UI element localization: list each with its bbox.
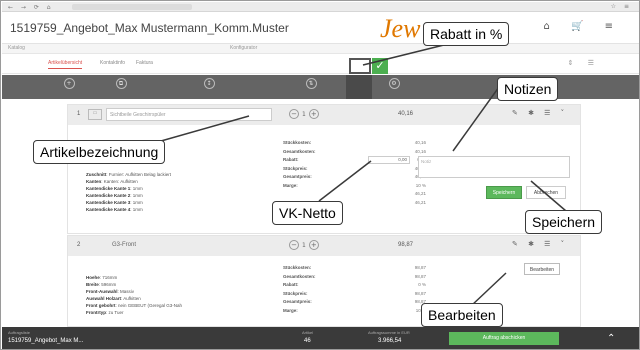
price-labels: Stückkosten: Gesamtkosten: Rabatt: Stück… xyxy=(283,265,316,313)
tab-bar: Artikelübersicht Kontaktinfo Faktura ⇕ ☰ xyxy=(2,54,639,74)
article-properties: Zuschnitt: Furnier: Aufkitten Belag lack… xyxy=(86,171,171,213)
prop-row: Zuschnitt: Furnier: Aufkitten Belag lack… xyxy=(86,172,172,177)
footer-project-label: Auftragsliste xyxy=(8,330,31,335)
page-title: 1519759_Angebot_Max Mustermann_Komm.Must… xyxy=(10,21,289,35)
view-toggle-icons[interactable]: ⇕ ☰ xyxy=(568,59,600,67)
price-labels: Stückkosten: Gesamtkosten: Rabatt: Stück… xyxy=(283,140,316,188)
prop-row: Kanten: Kanten: Aufkitten xyxy=(86,179,138,184)
article-number: 2 xyxy=(77,242,81,248)
rabatt-field[interactable]: 0,00 xyxy=(368,156,410,164)
toolbar-item-add[interactable]: + xyxy=(54,78,84,90)
callout-vknetto: VK-Netto xyxy=(272,201,343,225)
footer-qty-value: 46 xyxy=(304,338,311,344)
tab-faktura[interactable]: Faktura xyxy=(136,60,153,66)
article-header: 1 ▭ Sichtbeile Geschirrspüler −1 + 40,16 … xyxy=(68,105,580,125)
move-icon: ↕ xyxy=(203,78,215,89)
screenshot-frame: ← → ⟳ ⌂ ☆ ≡ 1519759_Angebot_Max Musterma… xyxy=(0,0,640,350)
save-button[interactable]: Speichern xyxy=(486,186,522,199)
footer-total-label: Auftragssumme in EUR xyxy=(368,330,410,335)
footer-qty-label: Artikel xyxy=(302,330,314,335)
callout-bearbeiten: Bearbeiten xyxy=(421,303,503,327)
copy-icon: ⧉ xyxy=(115,78,127,89)
article-header: 2 G3-Front −1 + 98,87 ✎ ✱ ☰ ˅ xyxy=(68,236,580,256)
sort-icon: ⇅ xyxy=(305,78,317,89)
rabatt-input[interactable] xyxy=(349,58,371,74)
toolbar-item-copy[interactable]: ⧉ xyxy=(106,78,136,90)
plus-icon[interactable]: + xyxy=(308,109,319,119)
sub-nav-katalog[interactable]: Katalog xyxy=(8,45,25,51)
minus-icon[interactable]: − xyxy=(289,240,299,250)
article-name: G3-Front xyxy=(112,242,137,248)
article-card-2: 2 G3-Front −1 + 98,87 ✎ ✱ ☰ ˅ Hoehe: 716m… xyxy=(67,235,581,327)
browser-menu-icons[interactable]: ☆ ≡ xyxy=(611,3,632,10)
notes-textarea[interactable]: Notiz xyxy=(418,156,570,178)
prop-row: Breite: 596mm xyxy=(86,282,117,287)
prop-row: Front-Auswahl: Massiv xyxy=(86,289,135,294)
prop-row: Auswahl Holzart: Aufkitten xyxy=(86,296,141,301)
quantity-stepper[interactable]: −1 + xyxy=(286,109,322,119)
quantity-stepper[interactable]: −1 + xyxy=(286,240,322,250)
prop-row: Kantendicke Kante 2: 1mm xyxy=(86,193,143,198)
article-price: 98,87 xyxy=(398,242,414,248)
toolbar-item-rabatt-active[interactable] xyxy=(346,75,372,99)
brand-logo: Jew xyxy=(380,14,421,43)
callout-artikelbezeichnung: Artikelbezeichnung xyxy=(33,140,166,164)
article-number: 1 xyxy=(77,111,81,117)
prop-row: Front gebohrt: nein GEBEUT (Geregal G3-N… xyxy=(86,303,182,308)
edit-button[interactable]: Bearbeiten xyxy=(524,263,560,275)
article-price: 40,16 xyxy=(398,111,414,117)
check-icon[interactable]: ✓ xyxy=(372,58,388,74)
browser-nav-icons[interactable]: ← → ⟳ ⌂ xyxy=(8,4,54,11)
toolbar-item-sort[interactable]: ⇅ xyxy=(296,78,326,90)
header-icons[interactable]: ⌂ 🛒 ≡ xyxy=(543,21,622,32)
callout-speichern: Speichern xyxy=(525,210,603,234)
tab-kontaktinfo[interactable]: Kontaktinfo xyxy=(100,60,125,66)
article-image-icon: ▭ xyxy=(88,109,102,120)
app-header: 1519759_Angebot_Max Mustermann_Komm.Must… xyxy=(2,12,639,44)
submit-order-button[interactable]: Auftrag abschicken xyxy=(449,332,559,345)
toolbar-item-move[interactable]: ↕ xyxy=(194,78,224,90)
article-properties: Hoehe: 716mm Breite: 596mm Front-Auswahl… xyxy=(86,274,182,316)
minus-icon[interactable]: − xyxy=(289,109,299,119)
chevron-up-icon[interactable]: ⌃ xyxy=(607,333,615,344)
callout-rabatt: Rabatt in % xyxy=(423,22,510,46)
plus-icon: + xyxy=(63,78,75,89)
cancel-button[interactable]: Abbrechen xyxy=(526,186,566,199)
order-footer: Auftragsliste 1519759_Angebot_Max M... A… xyxy=(2,327,639,349)
browser-bar: ← → ⟳ ⌂ ☆ ≡ xyxy=(2,2,639,12)
sub-nav-konfigurator[interactable]: Konfigurator xyxy=(230,45,257,51)
prop-row: Hoehe: 716mm xyxy=(86,275,118,280)
plus-icon[interactable]: + xyxy=(308,240,319,250)
gear-icon: ⚙ xyxy=(388,78,400,89)
footer-total-value: 3.966,54 xyxy=(378,338,402,344)
sub-navigation: Katalog Konfigurator xyxy=(2,44,639,54)
footer-project-value[interactable]: 1519759_Angebot_Max M... xyxy=(8,338,83,344)
article-tools[interactable]: ✎ ✱ ☰ ˅ xyxy=(512,109,568,117)
address-bar[interactable] xyxy=(72,4,192,10)
article-tools[interactable]: ✎ ✱ ☰ ˅ xyxy=(512,240,568,248)
prop-row: Kantendicke Kante 3: 1mm xyxy=(86,200,143,205)
toolbar-item-settings[interactable]: ⚙ xyxy=(379,78,409,90)
callout-notizen: Notizen xyxy=(497,77,559,101)
tab-artikeluebersicht[interactable]: Artikelübersicht xyxy=(48,60,83,69)
article-name-input[interactable]: Sichtbeile Geschirrspüler xyxy=(106,108,272,121)
prop-row: Kantendicke Kante 4: 1mm xyxy=(86,207,143,212)
prop-row: Frontrtyp: zu Tuer xyxy=(86,310,124,315)
prop-row: Kantendicke Kante 1: 1mm xyxy=(86,186,143,191)
